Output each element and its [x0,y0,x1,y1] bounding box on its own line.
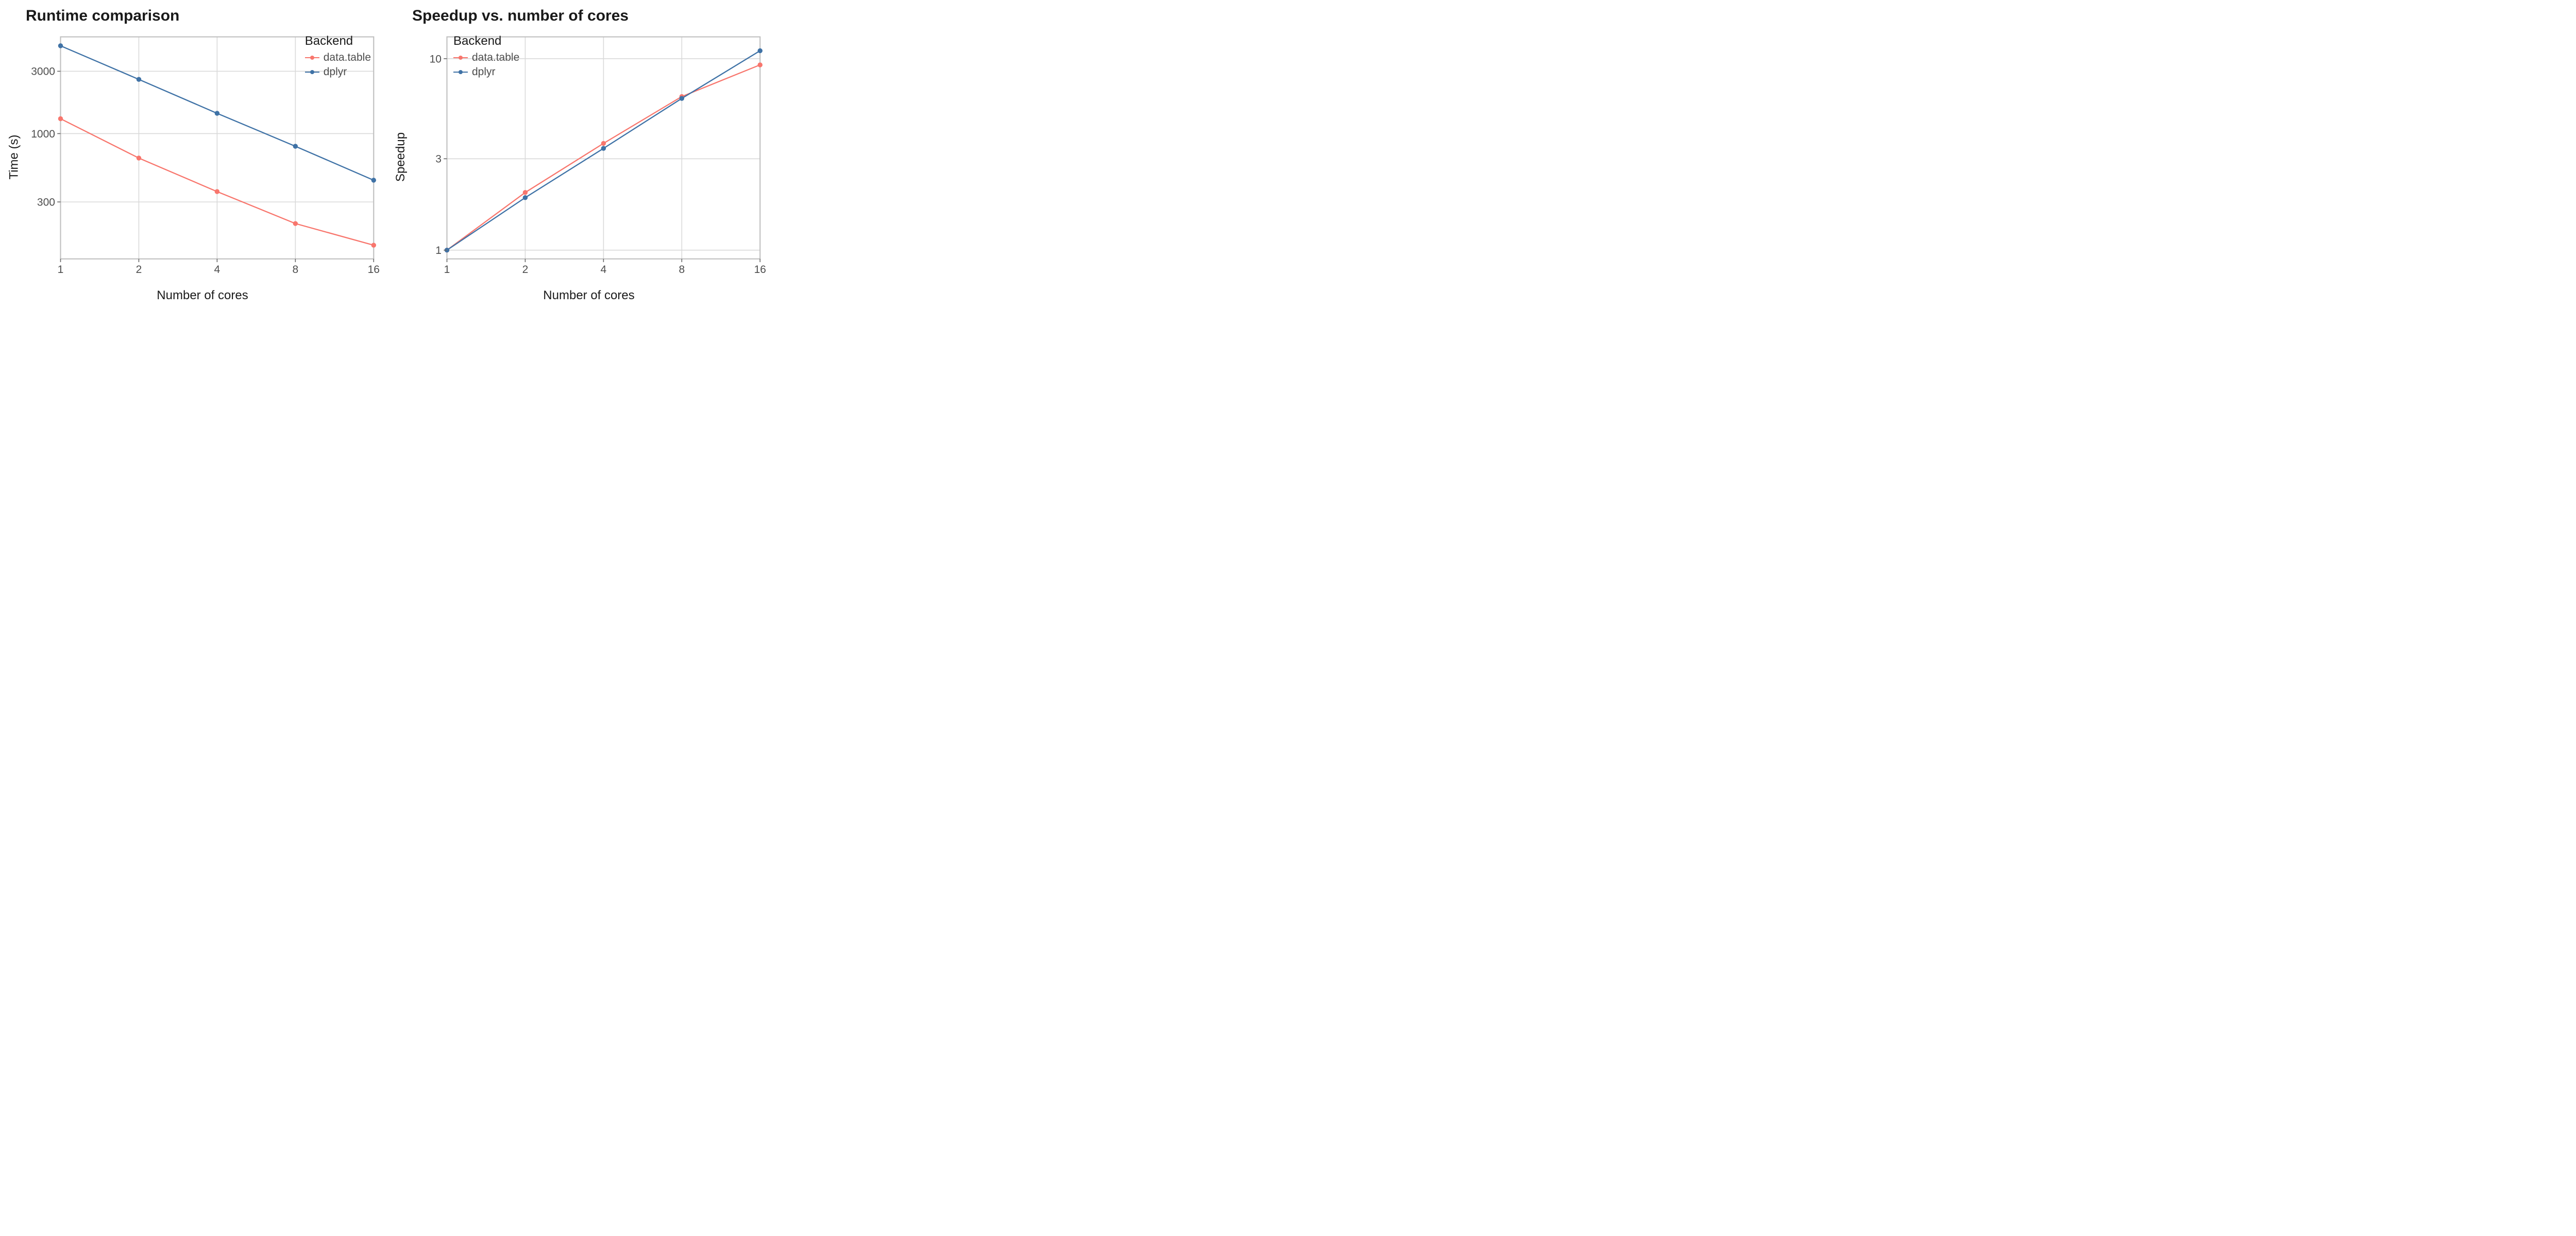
series-point [215,111,219,115]
legend-label: dplyr [472,66,496,78]
series-point [137,77,141,81]
x-tick-label: 2 [136,264,142,276]
y-tick-label: 1 [435,245,442,256]
y-tick-label: 3 [435,153,442,165]
legend-item: data.table [453,52,519,64]
legend-key-icon [453,53,468,63]
x-tick-label: 8 [292,264,298,276]
y-axis-label: Speedup [394,132,408,182]
y-tick-label: 3000 [31,66,55,78]
panel-title: Speedup vs. number of cores [412,7,768,25]
x-tick-label: 4 [601,264,607,276]
series-point [371,178,376,182]
y-tick-label: 300 [37,196,55,208]
y-tick-label: 10 [430,53,442,65]
x-tick-label: 16 [368,264,380,276]
series-point [58,116,63,121]
series-point [293,221,298,226]
series-point [601,141,606,146]
y-axis-label: Time (s) [7,134,22,179]
legend-label: data.table [472,52,519,64]
legend-item: dplyr [305,66,371,78]
legend: Backend data.table dplyr [453,34,519,80]
legend-label: data.table [324,52,371,64]
series-point [523,195,528,200]
legend-key-icon [305,53,319,63]
panel-speedup: Speedup vs. number of cores Speedup 1 2 4 8… [386,0,773,309]
x-axis-label: Number of cores [24,288,381,303]
x-tick-label: 4 [214,264,221,276]
legend-item: data.table [305,52,371,64]
x-tick-label: 16 [754,264,766,276]
series-point [293,144,298,148]
series-point [601,146,606,150]
x-tick-label: 2 [522,264,529,276]
x-tick-label: 1 [444,264,450,276]
panel-runtime: Runtime comparison Time (s) 1 2 4 8 16 300 100… [0,0,386,309]
x-axis-label: Number of cores [410,288,768,303]
series-point [758,62,762,67]
legend-title: Backend [453,34,519,48]
legend: Backend data.table dplyr [305,34,371,80]
legend-title: Backend [305,34,371,48]
series-point [680,96,684,100]
legend-item: dplyr [453,66,519,78]
series-point [758,48,762,53]
series-point [371,243,376,247]
x-tick-label: 8 [679,264,685,276]
series-point [137,156,141,160]
legend-key-icon [453,67,468,77]
x-tick-label: 1 [58,264,64,276]
figure: Runtime comparison Time (s) 1 2 4 8 16 300 100… [0,0,773,309]
y-tick-label: 1000 [31,128,55,140]
legend-label: dplyr [324,66,347,78]
series-point [215,189,219,194]
legend-key-icon [305,67,319,77]
series-point [58,43,63,48]
panel-title: Runtime comparison [26,7,381,25]
series-point [523,190,528,195]
